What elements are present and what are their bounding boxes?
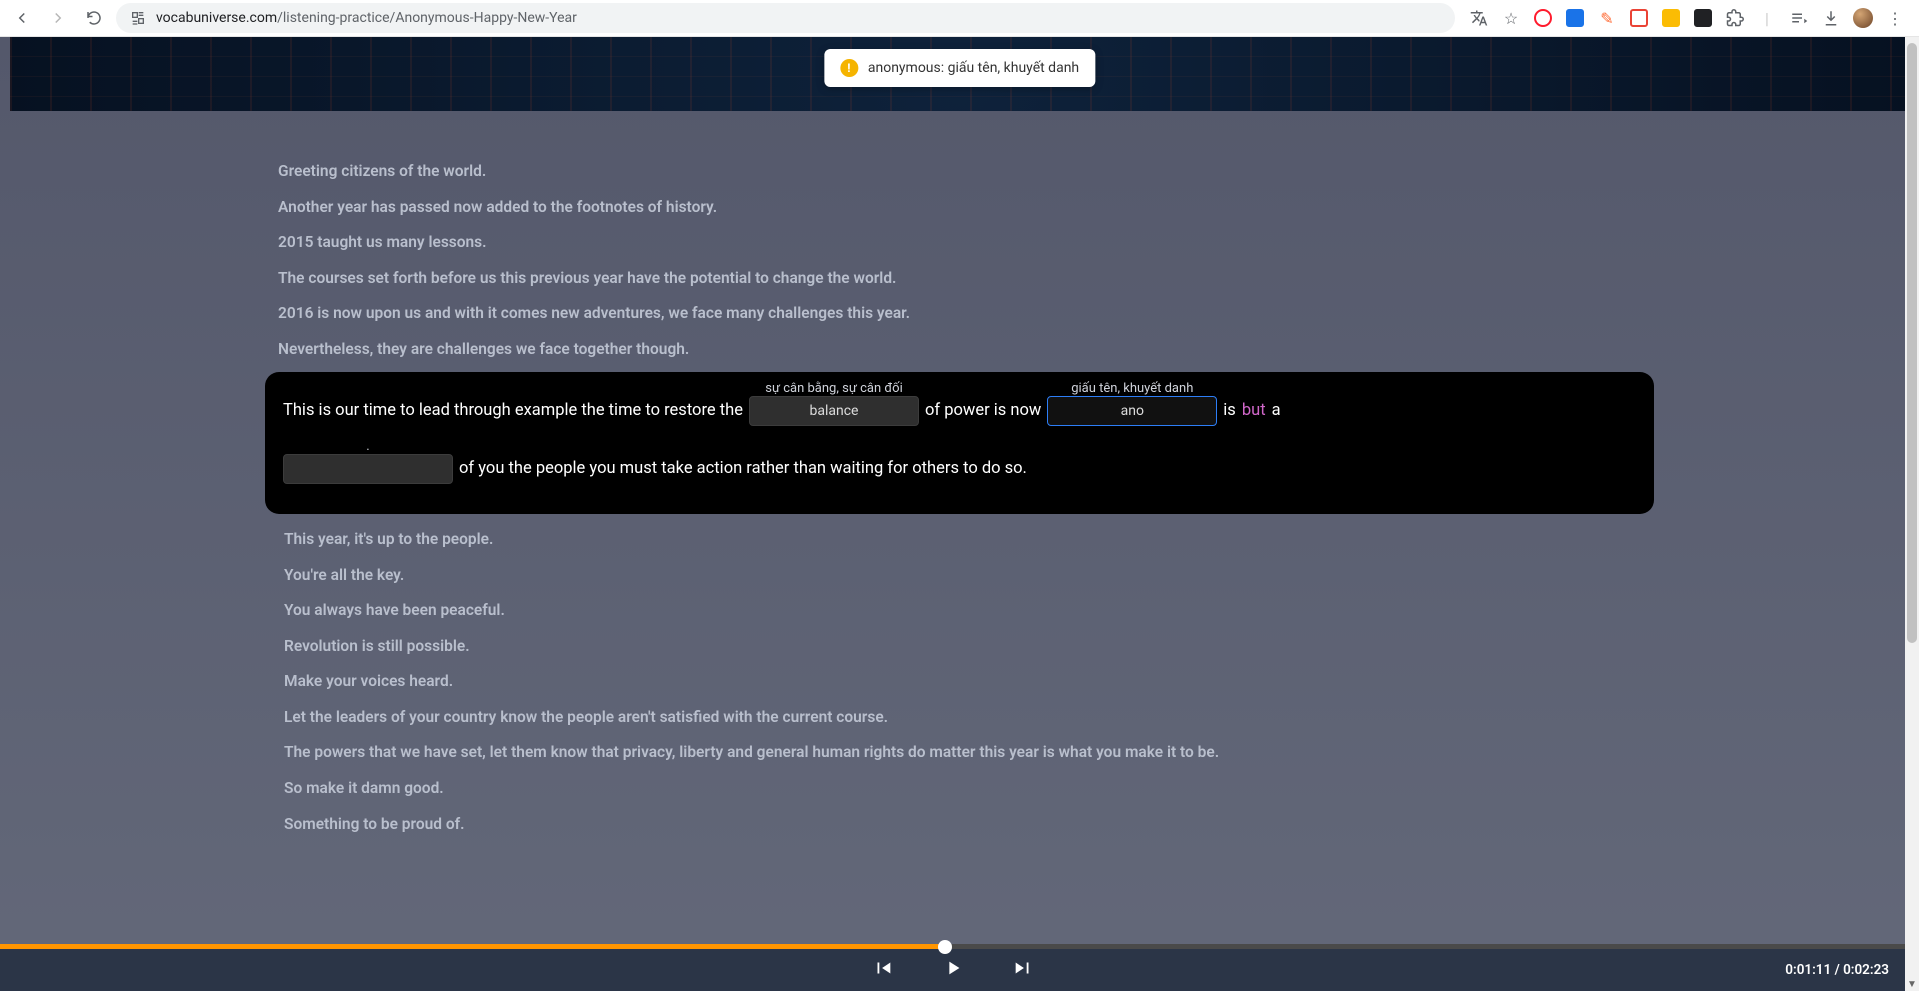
sep-icon: | [1757, 8, 1777, 28]
audio-player: 0:01:11 / 0:02:23 [0, 944, 1905, 991]
browser-menu-icon[interactable]: ⋮ [1885, 8, 1905, 28]
transcript-after: This year, it's up to the people. You're … [284, 527, 1641, 847]
transcript-line: You're all the key. [284, 563, 1641, 589]
word-hint-toast: ! anonymous: giấu tên, khuyết danh [824, 49, 1095, 87]
url-text: vocabuniverse.com/listening-practice/Ano… [156, 10, 577, 26]
transcript-line: Greeting citizens of the world. [278, 159, 1627, 185]
back-button[interactable] [8, 4, 36, 32]
profile-avatar[interactable] [1853, 8, 1873, 28]
transcript-line: Another year has passed now added to the… [278, 195, 1627, 221]
highlight-word: but [1242, 396, 1266, 426]
exercise-text: This is our time to lead through example… [283, 396, 743, 426]
transcript-line: The powers that we have set, let them kn… [284, 740, 1641, 766]
transcript-line: 2016 is now upon us and with it comes ne… [278, 301, 1627, 327]
translate-icon[interactable] [1469, 8, 1489, 28]
reload-button[interactable] [80, 4, 108, 32]
play-button[interactable] [942, 957, 964, 983]
extensions-icon[interactable] [1725, 8, 1745, 28]
dark-ext-icon[interactable] [1693, 8, 1713, 28]
transcript-line: This year, it's up to the people. [284, 527, 1641, 553]
browser-toolbar: vocabuniverse.com/listening-practice/Ano… [0, 0, 1919, 37]
blue-ext-icon[interactable] [1565, 8, 1585, 28]
playlist-icon[interactable] [1789, 8, 1809, 28]
address-bar[interactable]: vocabuniverse.com/listening-practice/Ano… [116, 3, 1455, 33]
red-ext-icon[interactable] [1629, 8, 1649, 28]
download-icon[interactable] [1821, 8, 1841, 28]
site-settings-icon[interactable] [128, 8, 148, 28]
exercise-text: of power is now [925, 396, 1041, 426]
forward-button[interactable] [44, 4, 72, 32]
bookmark-star-icon[interactable]: ☆ [1501, 8, 1521, 28]
transcript-line: Make your voices heard. [284, 669, 1641, 695]
opera-ext-icon[interactable] [1533, 8, 1553, 28]
exercise-text: a [1272, 396, 1281, 426]
yellow-ext-icon[interactable] [1661, 8, 1681, 28]
exercise-text: is [1223, 396, 1236, 426]
pencil-ext-icon[interactable]: ✎ [1597, 8, 1617, 28]
transcript-line: Revolution is still possible. [284, 634, 1641, 660]
browser-actions: ☆ ✎ | ⋮ [1463, 8, 1911, 28]
info-icon: ! [840, 59, 858, 77]
blank1-hint: sự cân bằng, sự cân đối [765, 374, 903, 404]
transcript-line: The courses set forth before us this pre… [278, 266, 1627, 292]
blank3-hint: . [366, 432, 369, 462]
page-viewport: ! anonymous: giấu tên, khuyết danh Greet… [0, 37, 1919, 991]
prev-button[interactable] [872, 957, 894, 983]
next-button[interactable] [1012, 957, 1034, 983]
transcript-line: Nevertheless, they are challenges we fac… [278, 337, 1627, 363]
blank2-hint: giấu tên, khuyết danh [1071, 374, 1193, 404]
scroll-thumb[interactable] [1907, 43, 1917, 643]
scroll-down-arrow[interactable]: ▼ [1905, 977, 1919, 991]
toast-text: anonymous: giấu tên, khuyết danh [868, 60, 1079, 76]
active-exercise: This is our time to lead through example… [265, 372, 1654, 514]
transcript-line: 2015 taught us many lessons. [278, 230, 1627, 256]
transcript-line: You always have been peaceful. [284, 598, 1641, 624]
transcript-line: Something to be proud of. [284, 812, 1641, 838]
time-display: 0:01:11 / 0:02:23 [1785, 962, 1889, 978]
exercise-text: of you the people you must take action r… [459, 454, 1027, 484]
transcript-line: Let the leaders of your country know the… [284, 705, 1641, 731]
vertical-scrollbar[interactable]: ▼ [1905, 37, 1919, 991]
transcript-line: So make it damn good. [284, 776, 1641, 802]
